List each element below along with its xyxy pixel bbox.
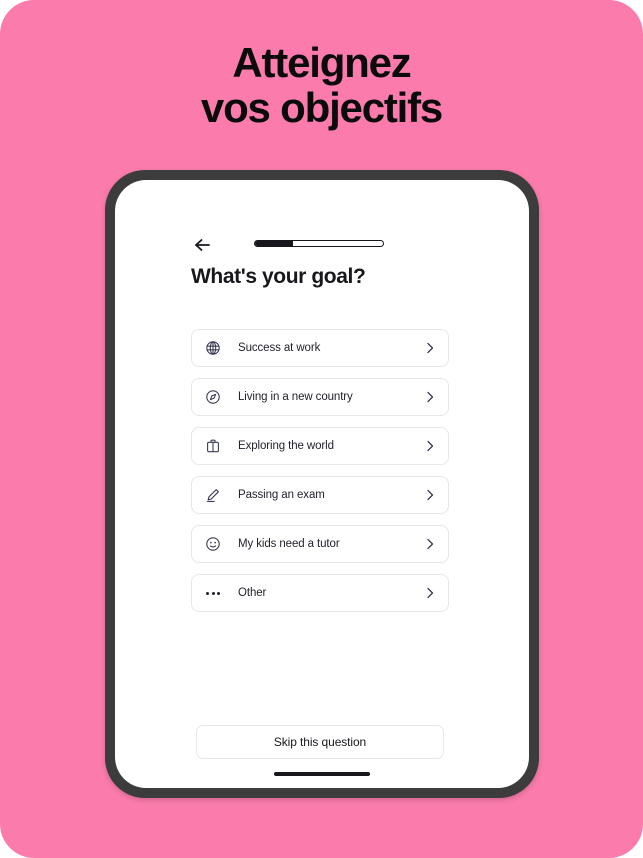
- globe-icon: [205, 340, 221, 356]
- option-living-in-a-new-country[interactable]: Living in a new country: [191, 378, 449, 416]
- device-screen: What's your goal? Success at work Living…: [115, 180, 529, 788]
- option-label: My kids need a tutor: [238, 538, 340, 550]
- option-other[interactable]: Other: [191, 574, 449, 612]
- smiley-icon: [205, 536, 221, 552]
- option-label: Exploring the world: [238, 440, 334, 452]
- compass-icon: [205, 389, 221, 405]
- headline-line-2: vos objectifs: [200, 84, 443, 131]
- tablet-device-frame: What's your goal? Success at work Living…: [105, 170, 539, 798]
- chevron-right-icon: [424, 537, 436, 551]
- option-success-at-work[interactable]: Success at work: [191, 329, 449, 367]
- promo-canvas: Atteignez vos objectifs What's your goal…: [0, 0, 643, 858]
- goal-options-list: Success at work Living in a new country …: [191, 329, 449, 623]
- option-label: Other: [238, 587, 267, 599]
- screen-topbar: [115, 234, 529, 256]
- option-my-kids-need-a-tutor[interactable]: My kids need a tutor: [191, 525, 449, 563]
- dot: [211, 591, 215, 595]
- chevron-right-icon: [424, 488, 436, 502]
- dot: [206, 591, 209, 595]
- option-label: Living in a new country: [238, 391, 353, 403]
- question-title: What's your goal?: [191, 265, 366, 288]
- skip-question-button[interactable]: Skip this question: [196, 725, 444, 759]
- headline-line-1: Atteignez: [232, 39, 411, 86]
- ellipsis-icon: [205, 585, 221, 601]
- onboarding-progress-bar: [254, 240, 384, 247]
- progress-fill: [255, 241, 294, 246]
- chevron-right-icon: [424, 390, 436, 404]
- option-label: Passing an exam: [238, 489, 325, 501]
- chevron-right-icon: [424, 439, 436, 453]
- option-passing-an-exam[interactable]: Passing an exam: [191, 476, 449, 514]
- chevron-right-icon: [424, 341, 436, 355]
- pencil-icon: [205, 487, 221, 503]
- chevron-right-icon: [424, 586, 436, 600]
- option-exploring-the-world[interactable]: Exploring the world: [191, 427, 449, 465]
- arrow-left-icon[interactable]: [192, 234, 214, 256]
- option-label: Success at work: [238, 342, 321, 354]
- promo-headline: Atteignez vos objectifs: [0, 40, 643, 130]
- home-indicator: [274, 772, 370, 776]
- briefcase-icon: [205, 438, 221, 454]
- dot: [217, 591, 220, 595]
- ellipsis-dots: [206, 591, 220, 595]
